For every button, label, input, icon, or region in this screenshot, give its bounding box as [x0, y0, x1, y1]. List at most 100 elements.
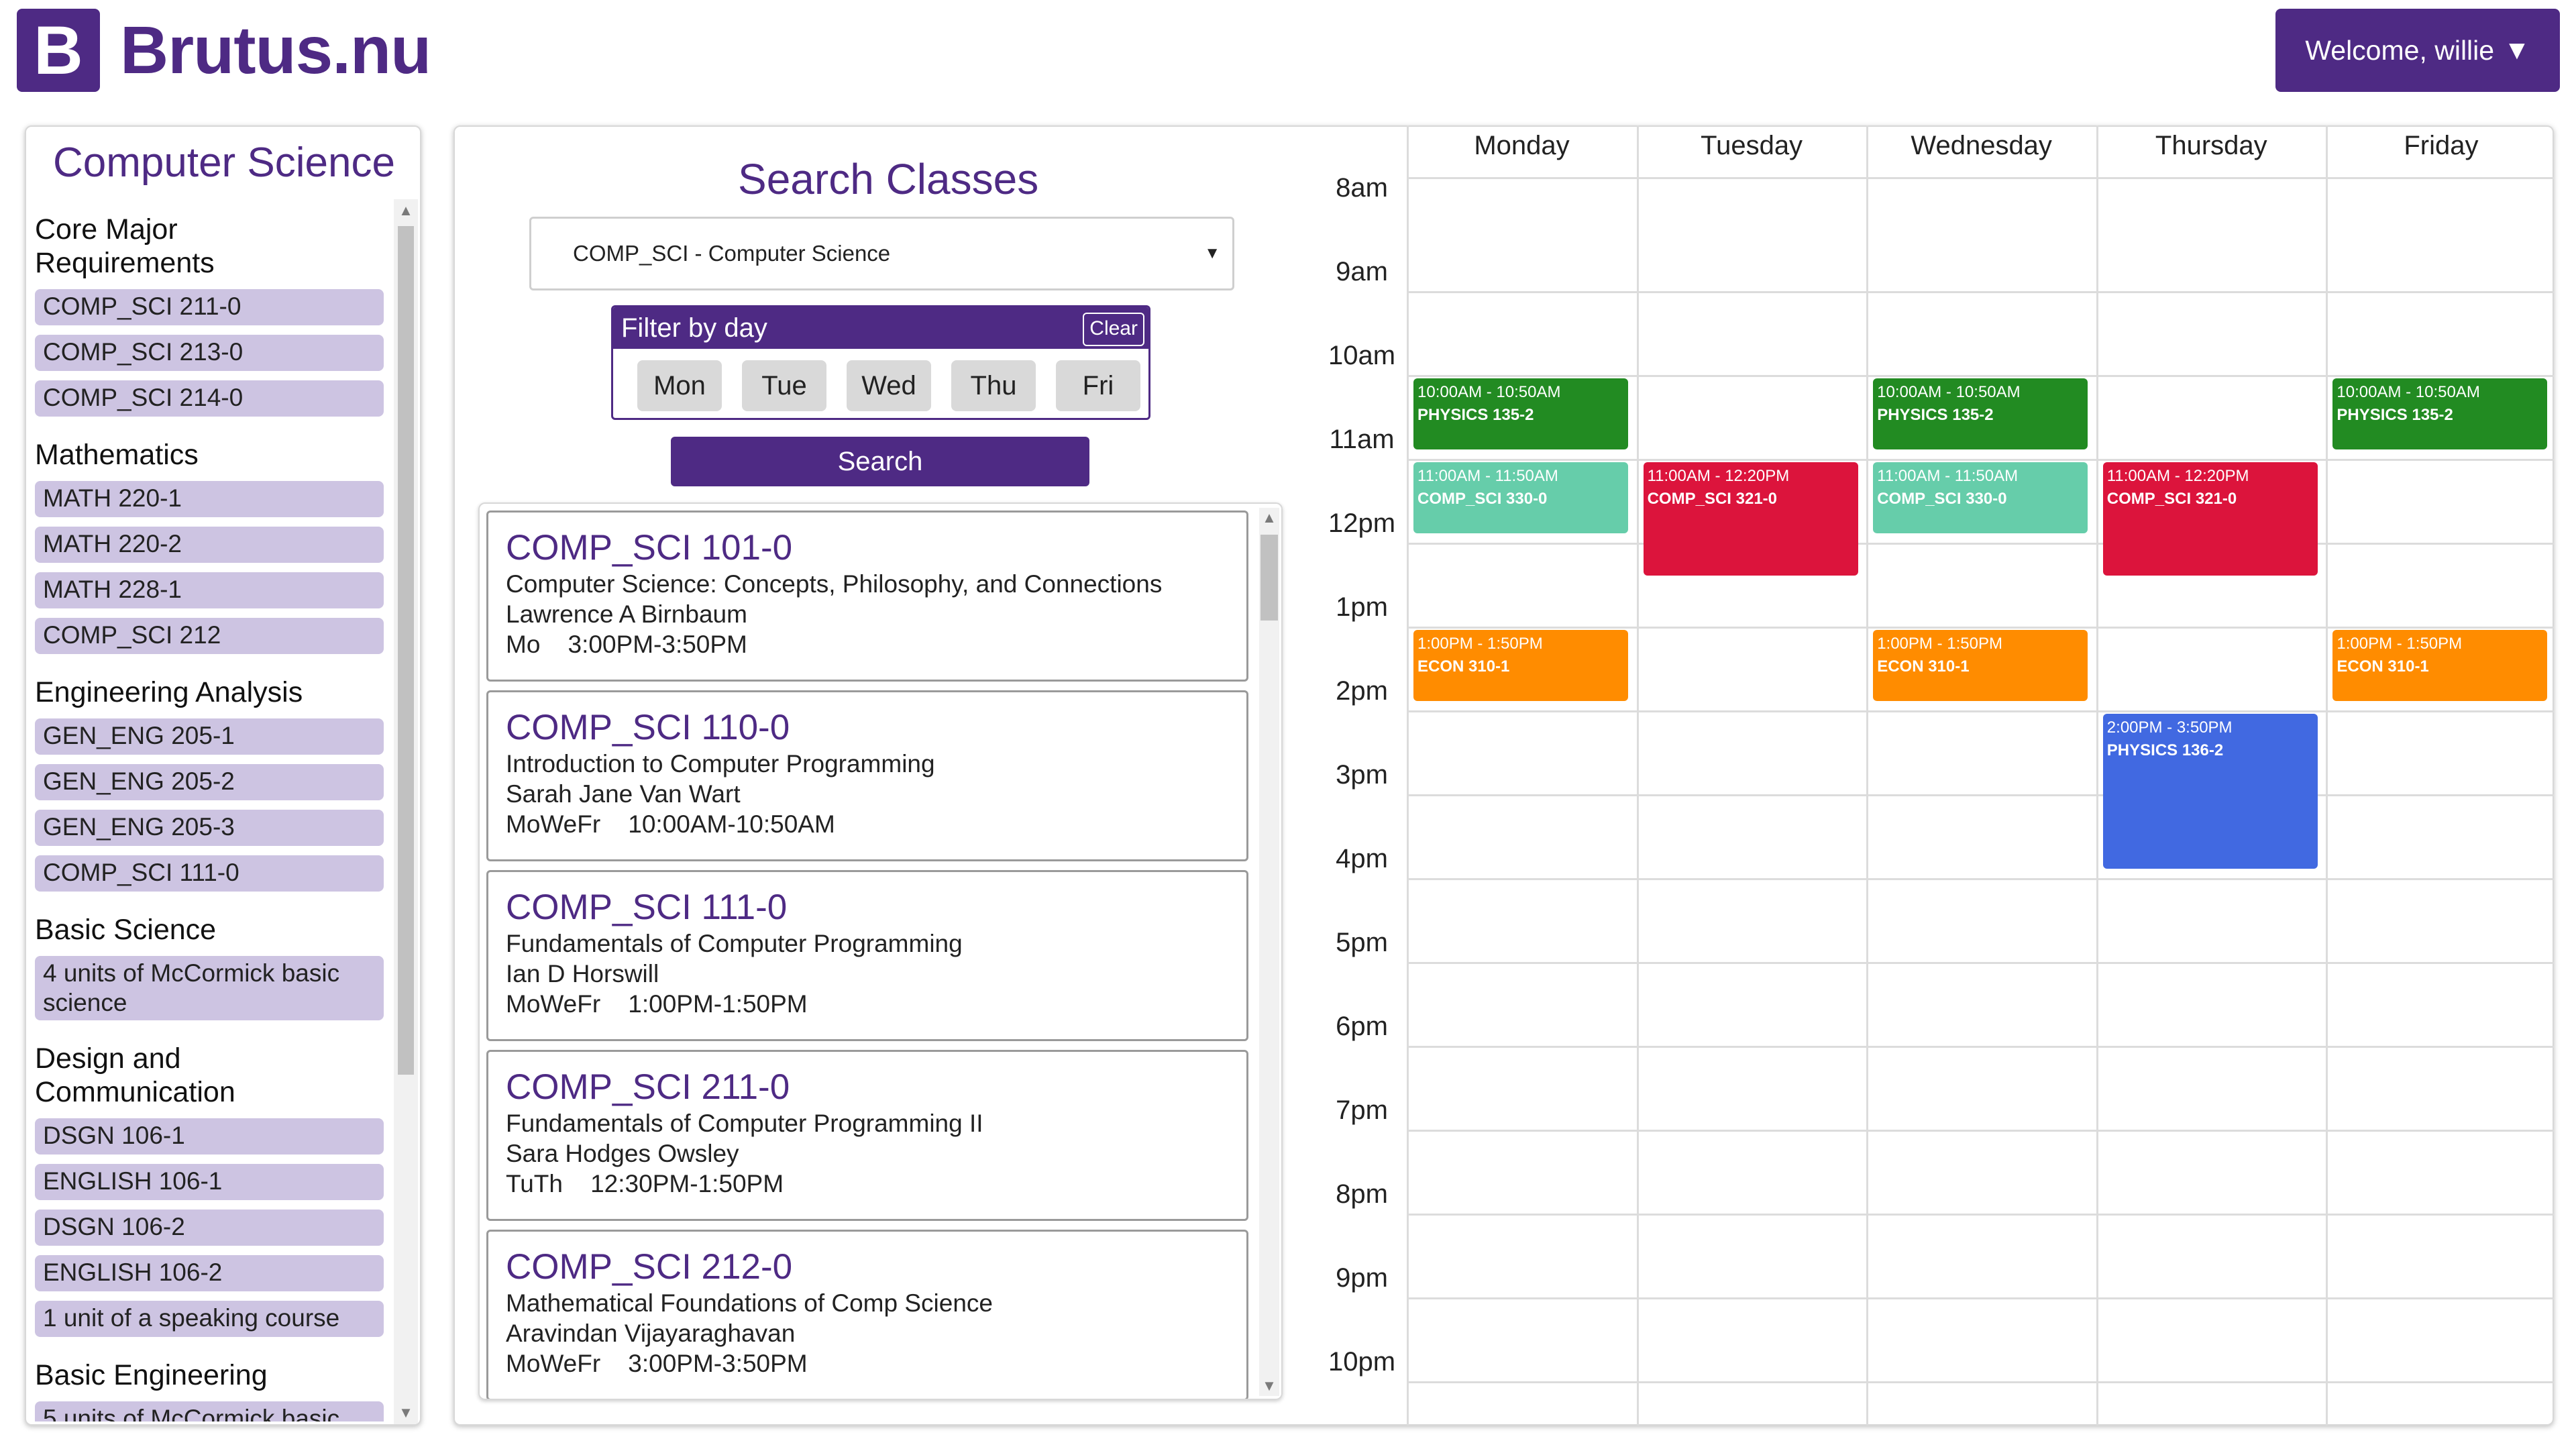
calendar-event[interactable]: 10:00AM - 10:50AM PHYSICS 135-2 [1413, 378, 1628, 450]
scrollbar-thumb[interactable] [398, 226, 414, 1075]
scrollbar-thumb[interactable] [1260, 535, 1278, 621]
requirements-list: Core Major Requirements COMP_SCI 211-0 COM… [26, 194, 395, 1421]
event-name: COMP_SCI 321-0 [1647, 490, 1777, 508]
course-card[interactable]: COMP_SCI 111-0 Fundamentals of Computer P… [486, 870, 1248, 1041]
requirement-course[interactable]: COMP_SCI 211-0 [35, 289, 384, 325]
hour-gridline [1407, 291, 2554, 293]
requirement-course[interactable]: GEN_ENG 205-3 [35, 810, 384, 846]
requirement-course[interactable]: COMP_SCI 212 [35, 618, 384, 654]
requirement-group-title: Core Major Requirements [35, 213, 215, 279]
search-title: Search Classes [738, 155, 1039, 203]
scroll-down-icon[interactable]: ▼ [394, 1403, 418, 1423]
event-time: 11:00AM - 12:20PM [2106, 467, 2249, 485]
hour-gridline [1407, 1214, 2554, 1216]
hour-gridline [1407, 1046, 2554, 1048]
requirement-course[interactable]: MATH 220-1 [35, 481, 384, 517]
course-card[interactable]: COMP_SCI 101-0 Computer Science: Concepts… [486, 511, 1248, 682]
event-name: PHYSICS 135-2 [1877, 406, 1994, 424]
search-button[interactable]: Search [671, 437, 1089, 486]
time-label: 1pm [1336, 592, 1388, 622]
calendar-grid: Monday Tuesday Wednesday Thursday Friday [1407, 125, 2554, 1426]
day-column: Friday [2326, 125, 2554, 1426]
day-button-tue[interactable]: Tue [742, 360, 826, 411]
course-code: COMP_SCI 212-0 [506, 1247, 793, 1287]
requirement-course[interactable]: DSGN 106-1 [35, 1118, 384, 1155]
time-label: 6pm [1336, 1012, 1388, 1041]
course-code: COMP_SCI 211-0 [506, 1067, 790, 1107]
scroll-up-icon[interactable]: ▲ [394, 201, 418, 221]
requirement-course[interactable]: 5 units of McCormick basic engineering [35, 1401, 384, 1421]
hour-gridline [1407, 627, 2554, 629]
calendar-event[interactable]: 1:00PM - 1:50PM ECON 310-1 [1413, 630, 1628, 702]
requirement-course[interactable]: 4 units of McCormick basic science [35, 956, 384, 1020]
time-label: 12pm [1328, 508, 1396, 538]
major-title: Computer Science [52, 140, 396, 186]
results-scrollbar[interactable]: ▲ ▼ [1259, 508, 1279, 1396]
day-button-wed[interactable]: Wed [847, 360, 931, 411]
requirement-course[interactable]: ENGLISH 106-2 [35, 1255, 384, 1291]
requirement-course[interactable]: COMP_SCI 111-0 [35, 855, 384, 892]
requirement-course[interactable]: 1 unit of a speaking course [35, 1301, 384, 1337]
event-name: COMP_SCI 321-0 [2106, 490, 2237, 508]
event-time: 1:00PM - 1:50PM [1877, 635, 2002, 653]
event-name: COMP_SCI 330-0 [1877, 490, 2007, 508]
scroll-up-icon[interactable]: ▲ [1259, 508, 1279, 528]
requirement-course[interactable]: ENGLISH 106-1 [35, 1164, 384, 1200]
event-name: PHYSICS 135-2 [1417, 406, 1534, 424]
day-button-fri[interactable]: Fri [1056, 360, 1140, 411]
time-label: 7pm [1336, 1095, 1388, 1125]
day-column: Tuesday [1636, 125, 1865, 1426]
course-card[interactable]: COMP_SCI 110-0 Introduction to Computer P… [486, 690, 1248, 861]
event-time: 1:00PM - 1:50PM [1417, 635, 1543, 653]
requirement-course[interactable]: GEN_ENG 205-2 [35, 764, 384, 800]
course-schedule: MoWeFr 3:00PM-3:50PM [506, 1348, 1246, 1379]
calendar-event[interactable]: 11:00AM - 11:50AM COMP_SCI 330-0 [1873, 462, 2088, 534]
calendar-event[interactable]: 2:00PM - 3:50PM PHYSICS 136-2 [2102, 714, 2318, 869]
requirement-course[interactable]: COMP_SCI 214-0 [35, 380, 384, 417]
calendar-event[interactable]: 11:00AM - 12:20PM COMP_SCI 321-0 [1643, 462, 1858, 576]
user-menu-button[interactable]: Welcome, willie ▼ [2275, 9, 2560, 92]
scroll-down-icon[interactable]: ▼ [1259, 1376, 1279, 1396]
day-button-thu[interactable]: Thu [951, 360, 1036, 411]
event-name: PHYSICS 136-2 [2106, 741, 2224, 759]
requirement-course[interactable]: MATH 220-2 [35, 527, 384, 563]
day-header: Tuesday [1701, 131, 1803, 160]
course-card[interactable]: COMP_SCI 211-0 Fundamentals of Computer P… [486, 1050, 1248, 1221]
course-title: Fundamentals of Computer Programming [506, 930, 963, 957]
course-time: 3:00PM-3:50PM [568, 631, 747, 658]
calendar-event[interactable]: 1:00PM - 1:50PM ECON 310-1 [2332, 630, 2548, 702]
time-label: 10pm [1328, 1347, 1396, 1377]
calendar-event[interactable]: 10:00AM - 10:50AM PHYSICS 135-2 [1873, 378, 2088, 450]
course-time: 12:30PM-1:50PM [590, 1170, 784, 1197]
day-button-mon[interactable]: Mon [637, 360, 722, 411]
course-code: COMP_SCI 101-0 [506, 528, 793, 568]
requirements-panel: Computer Science Core Major Requirements… [25, 125, 421, 1426]
hour-gridline [1407, 1297, 2554, 1299]
calendar-event[interactable]: 10:00AM - 10:50AM PHYSICS 135-2 [2332, 378, 2548, 450]
calendar-event[interactable]: 1:00PM - 1:50PM ECON 310-1 [1873, 630, 2088, 702]
requirements-scrollbar[interactable]: ▲ ▼ [394, 199, 418, 1424]
subject-select-value: COMP_SCI - Computer Science [573, 241, 891, 266]
time-label: 9am [1336, 257, 1388, 286]
calendar-event[interactable]: 11:00AM - 11:50AM COMP_SCI 330-0 [1413, 462, 1628, 534]
brand-logo[interactable]: B Brutus.nu [17, 9, 431, 92]
requirement-course[interactable]: MATH 228-1 [35, 572, 384, 608]
requirement-group-title: Engineering Analysis [35, 676, 303, 708]
requirement-group-title: Mathematics [35, 439, 199, 471]
requirement-group: Mathematics MATH 220-1 MATH 220-2 MATH 228-… [26, 438, 395, 654]
subject-select[interactable]: COMP_SCI - Computer Science ▼ [529, 217, 1234, 290]
requirement-course[interactable]: DSGN 106-2 [35, 1210, 384, 1246]
brand-name: Brutus.nu [120, 12, 431, 88]
requirement-course[interactable]: COMP_SCI 213-0 [35, 335, 384, 371]
event-time: 10:00AM - 10:50AM [1417, 383, 1561, 401]
event-time: 11:00AM - 11:50AM [1417, 467, 1558, 485]
clear-filter-button[interactable]: Clear [1083, 313, 1144, 346]
calendar-event[interactable]: 11:00AM - 12:20PM COMP_SCI 321-0 [2102, 462, 2318, 576]
time-label: 8am [1336, 173, 1388, 203]
course-title: Mathematical Foundations of Comp Science [506, 1289, 993, 1317]
course-time: 1:00PM-1:50PM [628, 990, 808, 1018]
course-card[interactable]: COMP_SCI 212-0 Mathematical Foundations o… [486, 1230, 1248, 1399]
requirement-course[interactable]: GEN_ENG 205-1 [35, 718, 384, 755]
requirement-group: Core Major Requirements COMP_SCI 211-0 COM… [26, 213, 395, 417]
logo-icon: B [17, 9, 100, 92]
